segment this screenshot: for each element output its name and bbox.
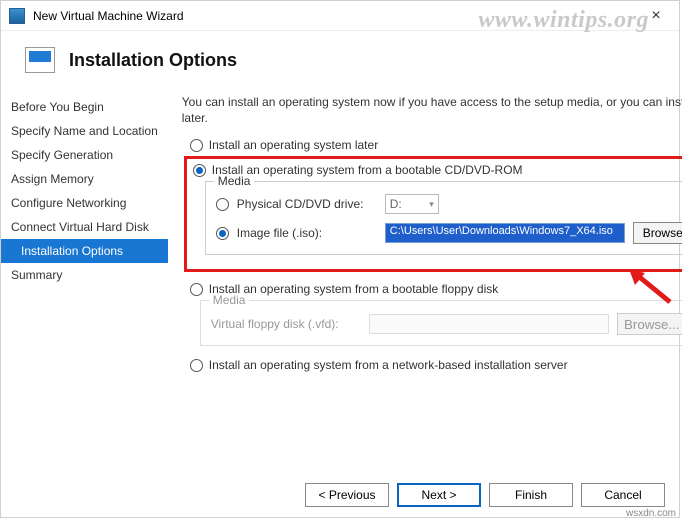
wizard-icon	[25, 47, 55, 73]
wizard-sidebar: Before You Begin Specify Name and Locati…	[1, 93, 168, 473]
radio-icon[interactable]	[216, 227, 229, 240]
radio-icon[interactable]	[216, 198, 229, 211]
physical-drive-value: D:	[390, 197, 402, 211]
radio-icon[interactable]	[193, 164, 206, 177]
sidebar-item-specify-generation[interactable]: Specify Generation	[1, 143, 168, 167]
browse-button[interactable]: Browse...	[633, 222, 682, 244]
intro-text: You can install an operating system now …	[182, 95, 682, 126]
close-icon[interactable]: ×	[641, 7, 671, 25]
physical-drive-row[interactable]: Physical CD/DVD drive: D: ▾	[216, 194, 682, 214]
app-icon	[9, 8, 25, 24]
previous-button[interactable]: < Previous	[305, 483, 389, 507]
sidebar-item-before-you-begin[interactable]: Before You Begin	[1, 95, 168, 119]
media-group-title: Media	[214, 174, 255, 188]
page-title: Installation Options	[69, 50, 237, 71]
media-group: Media Physical CD/DVD drive: D: ▾ Image …	[205, 181, 682, 255]
floppy-group-title: Media	[209, 293, 250, 307]
radio-icon[interactable]	[190, 283, 203, 296]
floppy-media-group: Media Virtual floppy disk (.vfd): Browse…	[200, 300, 682, 346]
option-install-network[interactable]: Install an operating system from a netwo…	[190, 358, 682, 372]
option-install-cd-label: Install an operating system from a boota…	[212, 163, 523, 177]
window-title: New Virtual Machine Wizard	[33, 9, 641, 23]
floppy-label: Virtual floppy disk (.vfd):	[211, 317, 361, 331]
sidebar-item-assign-memory[interactable]: Assign Memory	[1, 167, 168, 191]
sidebar-item-connect-vhd[interactable]: Connect Virtual Hard Disk	[1, 215, 168, 239]
sidebar-item-configure-networking[interactable]: Configure Networking	[1, 191, 168, 215]
floppy-browse-button: Browse...	[617, 313, 682, 335]
finish-button[interactable]: Finish	[489, 483, 573, 507]
highlight-box: Install an operating system from a boota…	[184, 156, 682, 272]
option-install-network-label: Install an operating system from a netwo…	[209, 358, 568, 372]
image-file-row[interactable]: Image file (.iso): C:\Users\User\Downloa…	[216, 222, 682, 244]
option-install-later-label: Install an operating system later	[209, 138, 378, 152]
option-install-later[interactable]: Install an operating system later	[190, 138, 682, 152]
radio-icon[interactable]	[190, 359, 203, 372]
cancel-button[interactable]: Cancel	[581, 483, 665, 507]
sidebar-item-installation-options[interactable]: Installation Options	[1, 239, 168, 263]
next-button[interactable]: Next >	[397, 483, 481, 507]
image-file-label: Image file (.iso):	[237, 226, 377, 240]
sidebar-item-summary[interactable]: Summary	[1, 263, 168, 287]
option-install-cd[interactable]: Install an operating system from a boota…	[193, 163, 682, 177]
sidebar-item-specify-name[interactable]: Specify Name and Location	[1, 119, 168, 143]
image-path-input[interactable]: C:\Users\User\Downloads\Windows7_X64.iso	[385, 223, 625, 243]
physical-drive-select[interactable]: D: ▾	[385, 194, 439, 214]
floppy-path-input	[369, 314, 609, 334]
option-install-floppy[interactable]: Install an operating system from a boota…	[190, 282, 682, 296]
chevron-down-icon: ▾	[429, 199, 434, 210]
credit-text: wsxdn.com	[626, 508, 676, 519]
radio-icon[interactable]	[190, 139, 203, 152]
physical-drive-label: Physical CD/DVD drive:	[237, 197, 377, 211]
option-install-floppy-label: Install an operating system from a boota…	[209, 282, 499, 296]
